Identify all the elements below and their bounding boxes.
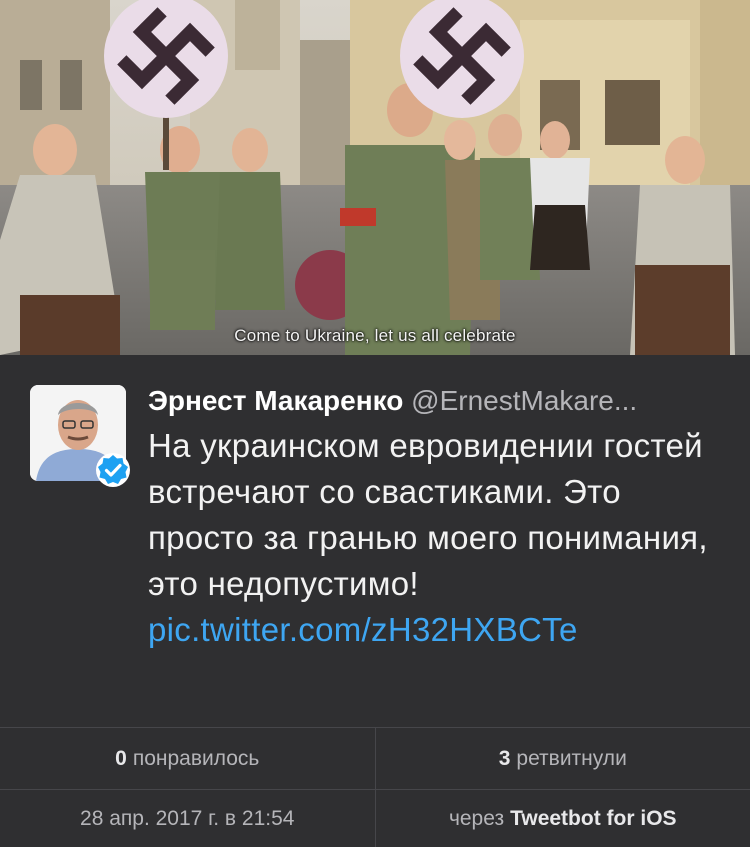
likes-stat[interactable]: 0 понравилось	[0, 728, 375, 790]
tweet-text: На украинском евровидении гостей встреча…	[148, 423, 728, 653]
tweet-body: На украинском евровидении гостей встреча…	[148, 427, 708, 602]
tweet-meta: 28 апр. 2017 г. в 21:54 через Tweetbot f…	[0, 789, 750, 847]
author-name[interactable]: Эрнест Макаренко	[148, 385, 403, 416]
tweet-source[interactable]: через Tweetbot for iOS	[374, 790, 750, 847]
likes-count: 0	[115, 747, 127, 770]
verified-badge-icon	[96, 453, 130, 487]
retweets-label: ретвитнули	[516, 747, 627, 770]
retweets-stat[interactable]: 3 ретвитнули	[374, 728, 750, 790]
tweet-media-link[interactable]: pic.twitter.com/zH32HXBCTe	[148, 611, 578, 648]
media-photo	[0, 0, 750, 355]
author-avatar-container[interactable]	[30, 385, 130, 487]
tweet: Эрнест Макаренко @ErnestMakare... На укр…	[0, 355, 750, 725]
tweet-media[interactable]: Come to Ukraine, let us all celebrate	[0, 0, 750, 355]
tweet-stats: 0 понравилось 3 ретвитнули	[0, 727, 750, 790]
author-line[interactable]: Эрнест Макаренко @ErnestMakare...	[148, 383, 738, 419]
retweets-count: 3	[498, 747, 511, 770]
tweet-detail-screen: Come to Ukraine, let us all celebrate Эр…	[0, 0, 750, 847]
timestamp-text: 28 апр. 2017 г. в 21:54	[80, 807, 295, 830]
via-prefix: через	[448, 807, 505, 830]
likes-label: понравилось	[132, 747, 260, 770]
author-handle[interactable]: @ErnestMakare...	[411, 385, 637, 416]
client-name[interactable]: Tweetbot for iOS	[510, 807, 676, 831]
tweet-timestamp: 28 апр. 2017 г. в 21:54	[0, 790, 375, 847]
video-caption: Come to Ukraine, let us all celebrate	[234, 326, 516, 345]
